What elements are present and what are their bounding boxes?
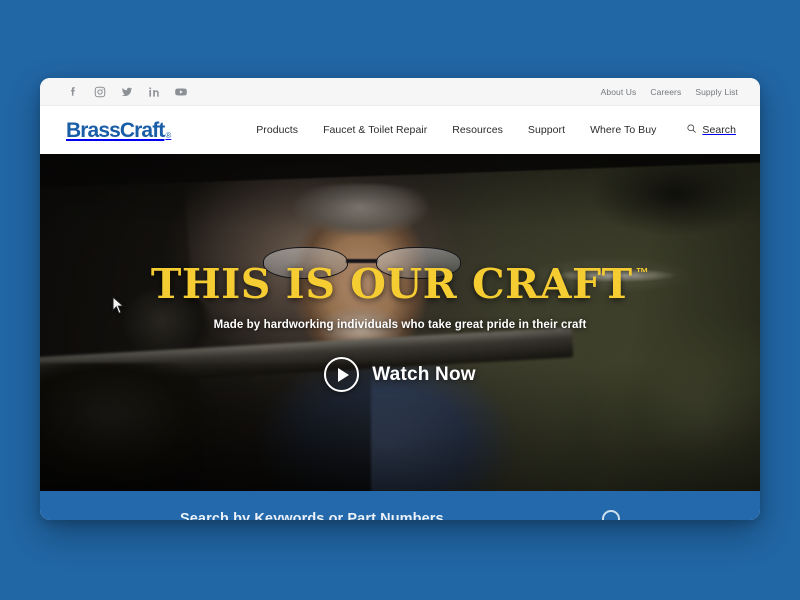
utility-links: About Us Careers Supply List bbox=[601, 87, 738, 97]
search-band-title: Search by Keywords or Part Numbers bbox=[180, 510, 444, 521]
hero-banner: THIS IS OUR CRAFT ™ Made by hardworking … bbox=[40, 154, 760, 491]
nav-item-support[interactable]: Support bbox=[528, 124, 565, 136]
main-navigation: BrassCraft ® Products Faucet & Toilet Re… bbox=[40, 106, 760, 154]
search-circle-icon[interactable] bbox=[602, 509, 620, 520]
utility-link-supply-list[interactable]: Supply List bbox=[695, 87, 738, 97]
browser-window-card: About Us Careers Supply List BrassCraft … bbox=[40, 78, 760, 520]
hero-headline-trademark: ™ bbox=[635, 265, 650, 280]
search-label: Search bbox=[702, 124, 736, 136]
hero-headline-text: THIS IS OUR CRAFT bbox=[150, 260, 633, 308]
twitter-icon[interactable] bbox=[120, 85, 134, 99]
logo-registered-mark: ® bbox=[165, 130, 172, 140]
youtube-icon[interactable] bbox=[174, 85, 188, 99]
utility-bar: About Us Careers Supply List bbox=[40, 78, 760, 106]
play-icon bbox=[324, 357, 360, 392]
search-toggle[interactable]: Search bbox=[686, 121, 736, 139]
nav-item-faucet-toilet-repair[interactable]: Faucet & Toilet Repair bbox=[323, 124, 427, 136]
search-band: Search by Keywords or Part Numbers bbox=[40, 491, 760, 520]
utility-link-careers[interactable]: Careers bbox=[650, 87, 681, 97]
hero-content: THIS IS OUR CRAFT ™ Made by hardworking … bbox=[40, 154, 760, 491]
facebook-icon[interactable] bbox=[66, 85, 80, 99]
nav-item-products[interactable]: Products bbox=[256, 124, 298, 136]
nav-item-where-to-buy[interactable]: Where To Buy bbox=[590, 124, 656, 136]
brasscraft-logo[interactable]: BrassCraft ® bbox=[66, 120, 171, 141]
utility-link-about-us[interactable]: About Us bbox=[601, 87, 637, 97]
logo-text: BrassCraft bbox=[66, 118, 165, 142]
mouse-cursor bbox=[112, 296, 125, 314]
watch-now-label: Watch Now bbox=[372, 363, 476, 385]
linkedin-icon[interactable] bbox=[147, 85, 161, 99]
hero-headline: THIS IS OUR CRAFT ™ bbox=[151, 264, 649, 305]
social-links bbox=[66, 85, 188, 99]
search-icon bbox=[686, 121, 697, 139]
nav-links: Products Faucet & Toilet Repair Resource… bbox=[256, 121, 736, 139]
hero-subheadline: Made by hardworking individuals who take… bbox=[213, 319, 587, 331]
nav-item-resources[interactable]: Resources bbox=[452, 124, 503, 136]
instagram-icon[interactable] bbox=[93, 85, 107, 99]
watch-now-button[interactable]: Watch Now bbox=[324, 357, 476, 392]
